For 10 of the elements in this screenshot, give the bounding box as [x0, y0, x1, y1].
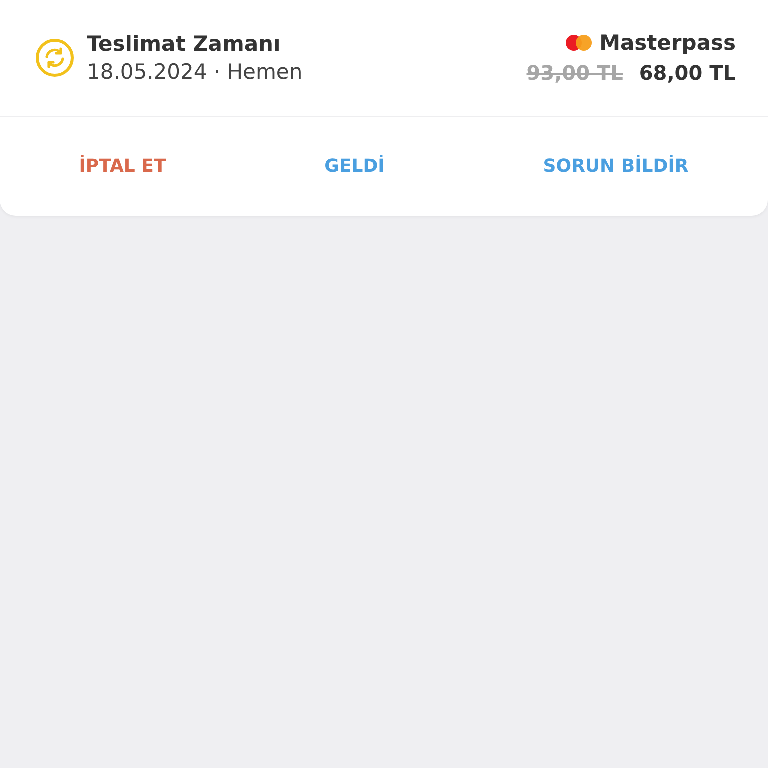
action-button[interactable]: İPTAL ET — [69, 150, 176, 183]
delivery-date: 18.05.2024 · Hemen — [87, 60, 303, 84]
old-price: 93,00 TL — [526, 61, 624, 85]
action-button[interactable]: GELDİ — [314, 150, 395, 183]
delivery-time-title: Teslimat Zamanı — [87, 32, 282, 56]
action-button[interactable]: SORUN BİLDİR — [533, 150, 699, 183]
card-logo-icon — [564, 33, 594, 53]
payment-method: Masterpass — [600, 31, 736, 55]
price: 68,00 TL — [639, 61, 736, 85]
refresh-icon — [35, 38, 75, 78]
